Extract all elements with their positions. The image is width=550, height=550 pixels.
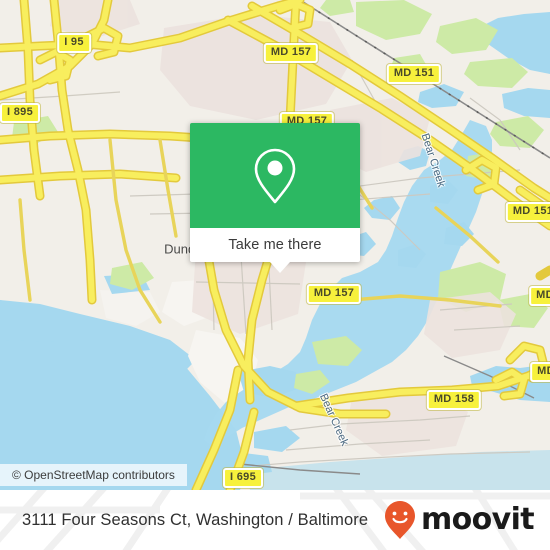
highway-shield-md151-east[interactable]: MD 151 bbox=[505, 202, 550, 222]
highway-shield-md-southeast-clipped[interactable]: MD bbox=[530, 362, 550, 382]
moovit-map-screenshot: Bear Creek Bear Creek Dundalk I 95 I 895… bbox=[0, 0, 550, 550]
attribution-bar: © OpenStreetMap contributors bbox=[0, 464, 187, 486]
highway-shield-md158[interactable]: MD 158 bbox=[426, 390, 482, 410]
location-popup-card[interactable]: Take me there bbox=[190, 123, 360, 262]
highway-shield-i95[interactable]: I 95 bbox=[57, 33, 91, 53]
map-canvas[interactable]: Bear Creek Bear Creek Dundalk I 95 I 895… bbox=[0, 0, 550, 490]
popup-pointer bbox=[270, 262, 290, 273]
highway-shield-md157-north[interactable]: MD 157 bbox=[263, 43, 319, 63]
highway-shield-i695[interactable]: I 695 bbox=[223, 468, 263, 488]
popup-action-bar[interactable]: Take me there bbox=[190, 228, 360, 262]
popup-icon-panel bbox=[190, 123, 360, 228]
highway-shield-md151-north[interactable]: MD 151 bbox=[386, 64, 442, 84]
highway-shield-i895[interactable]: I 895 bbox=[0, 103, 40, 123]
highway-shield-md-east-clipped[interactable]: MD bbox=[529, 286, 550, 306]
map-pin-icon bbox=[254, 148, 296, 203]
highway-shield-md157-center[interactable]: MD 157 bbox=[306, 284, 362, 304]
footer-bar: 3111 Four Seasons Ct, Washington / Balti… bbox=[0, 490, 550, 550]
moovit-pin-icon bbox=[384, 501, 415, 539]
moovit-wordmark: moovit bbox=[420, 502, 535, 537]
address-label: 3111 Four Seasons Ct, Washington / Balti… bbox=[22, 510, 369, 529]
attribution-text: © OpenStreetMap contributors bbox=[12, 468, 175, 482]
moovit-logo: moovit bbox=[383, 500, 535, 540]
take-me-there-button[interactable]: Take me there bbox=[228, 237, 321, 253]
